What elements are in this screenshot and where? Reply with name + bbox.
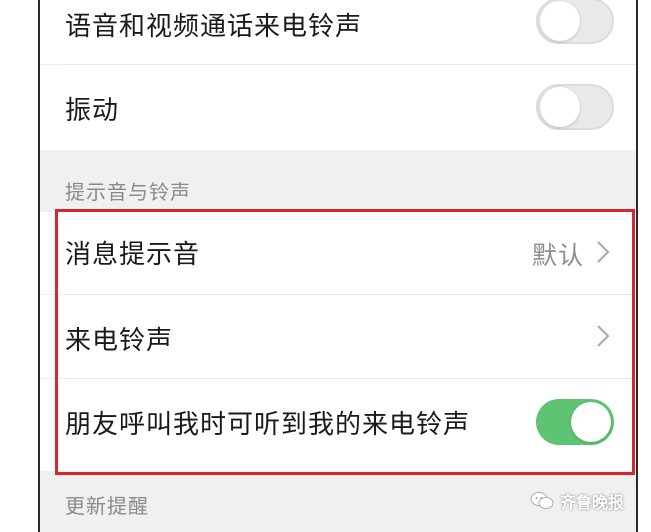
message-tone-value: 默认 [531, 241, 584, 270]
frame-border-right [636, 0, 638, 532]
vibrate-toggle[interactable] [536, 84, 614, 130]
message-tone-label: 消息提示音 [65, 240, 201, 270]
sounds-section-title: 提示音与铃声 [65, 180, 191, 204]
incoming-ringtone-row[interactable]: 来电铃声 [40, 295, 636, 378]
updates-section-title: 更新提醒 [65, 494, 149, 518]
friends-hear-ringtone-row[interactable]: 朋友呼叫我时可听到我的来电铃声 [40, 379, 636, 471]
wechat-channel-icon [530, 492, 554, 509]
watermark-text: 齐鲁晚报 [560, 493, 625, 512]
friends-hear-ringtone-label: 朋友呼叫我时可听到我的来电铃声 [65, 410, 471, 440]
toggle-knob [540, 1, 580, 41]
message-tone-row[interactable]: 消息提示音 默认 [40, 212, 636, 294]
incoming-ringtone-label: 来电铃声 [65, 326, 174, 356]
vibrate-row[interactable]: 振动 [40, 65, 636, 150]
settings-screen: 语音和视频通话来电铃声 振动 提示音与铃声 消息提示音 默认 来电铃声 朋友呼叫… [40, 0, 636, 532]
watermark: 齐鲁晚报 [530, 488, 624, 514]
call-ringtone-row[interactable]: 语音和视频通话来电铃声 [40, 0, 636, 64]
toggle-knob [571, 402, 611, 442]
chevron-right-icon [597, 241, 610, 263]
call-ringtone-label: 语音和视频通话来电铃声 [65, 12, 363, 42]
toggle-knob [540, 87, 580, 127]
call-ringtone-toggle[interactable] [536, 0, 614, 44]
chevron-right-icon [597, 325, 610, 347]
vibrate-label: 振动 [65, 96, 120, 126]
friends-hear-ringtone-toggle[interactable] [536, 399, 614, 445]
